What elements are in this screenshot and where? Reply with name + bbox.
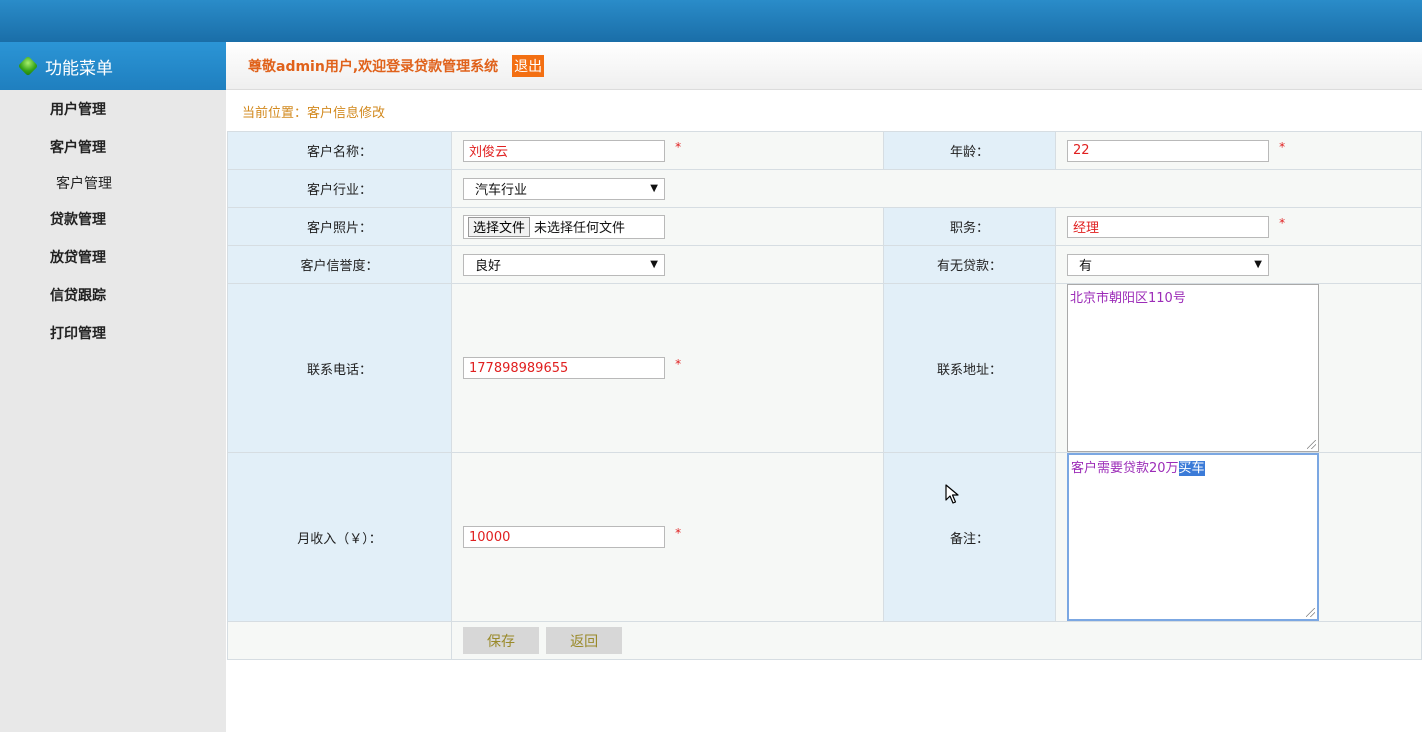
top-bar xyxy=(0,0,1422,42)
mouse-cursor-icon xyxy=(945,484,959,504)
phone-label: 联系电话： xyxy=(227,283,452,453)
dropdown-arrow-icon: ▼ xyxy=(650,259,658,270)
has-loan-selected-value: 有 xyxy=(1079,259,1093,274)
address-textarea[interactable]: 北京市朝阳区110号 xyxy=(1067,284,1319,452)
sidebar-item-disbursement-management[interactable]: 放贷管理 xyxy=(0,238,226,276)
required-mark: * xyxy=(675,357,682,371)
credit-label: 客户信誉度： xyxy=(227,245,452,284)
industry-label: 客户行业： xyxy=(227,169,452,208)
breadcrumb: 当前位置：客户信息修改 xyxy=(226,90,1422,132)
remark-label: 备注： xyxy=(883,452,1056,622)
credit-select[interactable]: 良好 ▼ xyxy=(463,253,665,276)
sidebar-item-user-management[interactable]: 用户管理 xyxy=(0,90,226,128)
resize-handle-icon[interactable] xyxy=(1306,608,1315,617)
resize-handle-icon[interactable] xyxy=(1307,440,1316,449)
remark-selected-text: 买车 xyxy=(1178,461,1205,476)
sidebar-item-credit-tracking[interactable]: 信贷跟踪 xyxy=(0,276,226,314)
sidebar-subitem-customer-management[interactable]: 客户管理 xyxy=(0,166,226,200)
dropdown-arrow-icon: ▼ xyxy=(1254,259,1262,270)
industry-selected-value: 汽车行业 xyxy=(475,183,528,198)
required-mark: * xyxy=(675,526,682,540)
income-label: 月收入（￥）： xyxy=(227,452,452,622)
address-text: 北京市朝阳区110号 xyxy=(1070,291,1186,306)
phone-input[interactable] xyxy=(463,357,665,379)
back-button[interactable]: 返回 xyxy=(546,627,623,654)
has-loan-label: 有无贷款： xyxy=(883,245,1056,284)
remark-textarea[interactable]: 客户需要贷款20万买车 xyxy=(1067,453,1319,621)
photo-label: 客户照片： xyxy=(227,207,452,246)
required-mark: * xyxy=(675,139,682,154)
sidebar-header: 功能菜单 xyxy=(0,42,226,90)
required-mark: * xyxy=(1279,139,1286,154)
welcome-bar: 尊敬admin用户,欢迎登录贷款管理系统 退出 xyxy=(226,42,1422,90)
logout-button[interactable]: 退出 xyxy=(512,54,545,77)
credit-selected-value: 良好 xyxy=(475,259,502,274)
photo-file-input[interactable]: 选择文件 未选择任何文件 xyxy=(463,214,665,239)
age-input[interactable] xyxy=(1067,139,1269,162)
sidebar-title: 功能菜单 xyxy=(45,58,113,79)
remark-text: 客户需要贷款20万 xyxy=(1071,461,1179,476)
sidebar-item-loan-management[interactable]: 贷款管理 xyxy=(0,200,226,238)
file-status-text: 未选择任何文件 xyxy=(534,221,626,236)
sidebar-item-customer-management[interactable]: 客户管理 xyxy=(0,128,226,166)
customer-edit-form: 客户名称： * 年龄： * 客户行业： 汽车行业 ▼ 客户照片： 选择文件 未选… xyxy=(227,131,1422,660)
dropdown-arrow-icon: ▼ xyxy=(650,183,658,194)
position-input[interactable] xyxy=(1067,215,1269,238)
required-mark: * xyxy=(1279,215,1286,230)
customer-name-label: 客户名称： xyxy=(227,131,452,170)
sidebar: 功能菜单 用户管理 客户管理 客户管理 贷款管理 放贷管理 信贷跟踪 打印管理 xyxy=(0,42,226,732)
cube-icon xyxy=(17,55,39,77)
income-input[interactable] xyxy=(463,526,665,548)
address-label: 联系地址： xyxy=(883,283,1056,453)
choose-file-button[interactable]: 选择文件 xyxy=(468,216,531,237)
sidebar-item-print-management[interactable]: 打印管理 xyxy=(0,314,226,352)
industry-select[interactable]: 汽车行业 ▼ xyxy=(463,177,665,200)
save-button[interactable]: 保存 xyxy=(463,627,539,654)
position-label: 职务： xyxy=(883,207,1056,246)
has-loan-select[interactable]: 有 ▼ xyxy=(1067,253,1269,276)
welcome-text: 尊敬admin用户,欢迎登录贷款管理系统 xyxy=(248,58,499,75)
customer-name-input[interactable] xyxy=(463,139,665,162)
age-label: 年龄： xyxy=(883,131,1056,170)
